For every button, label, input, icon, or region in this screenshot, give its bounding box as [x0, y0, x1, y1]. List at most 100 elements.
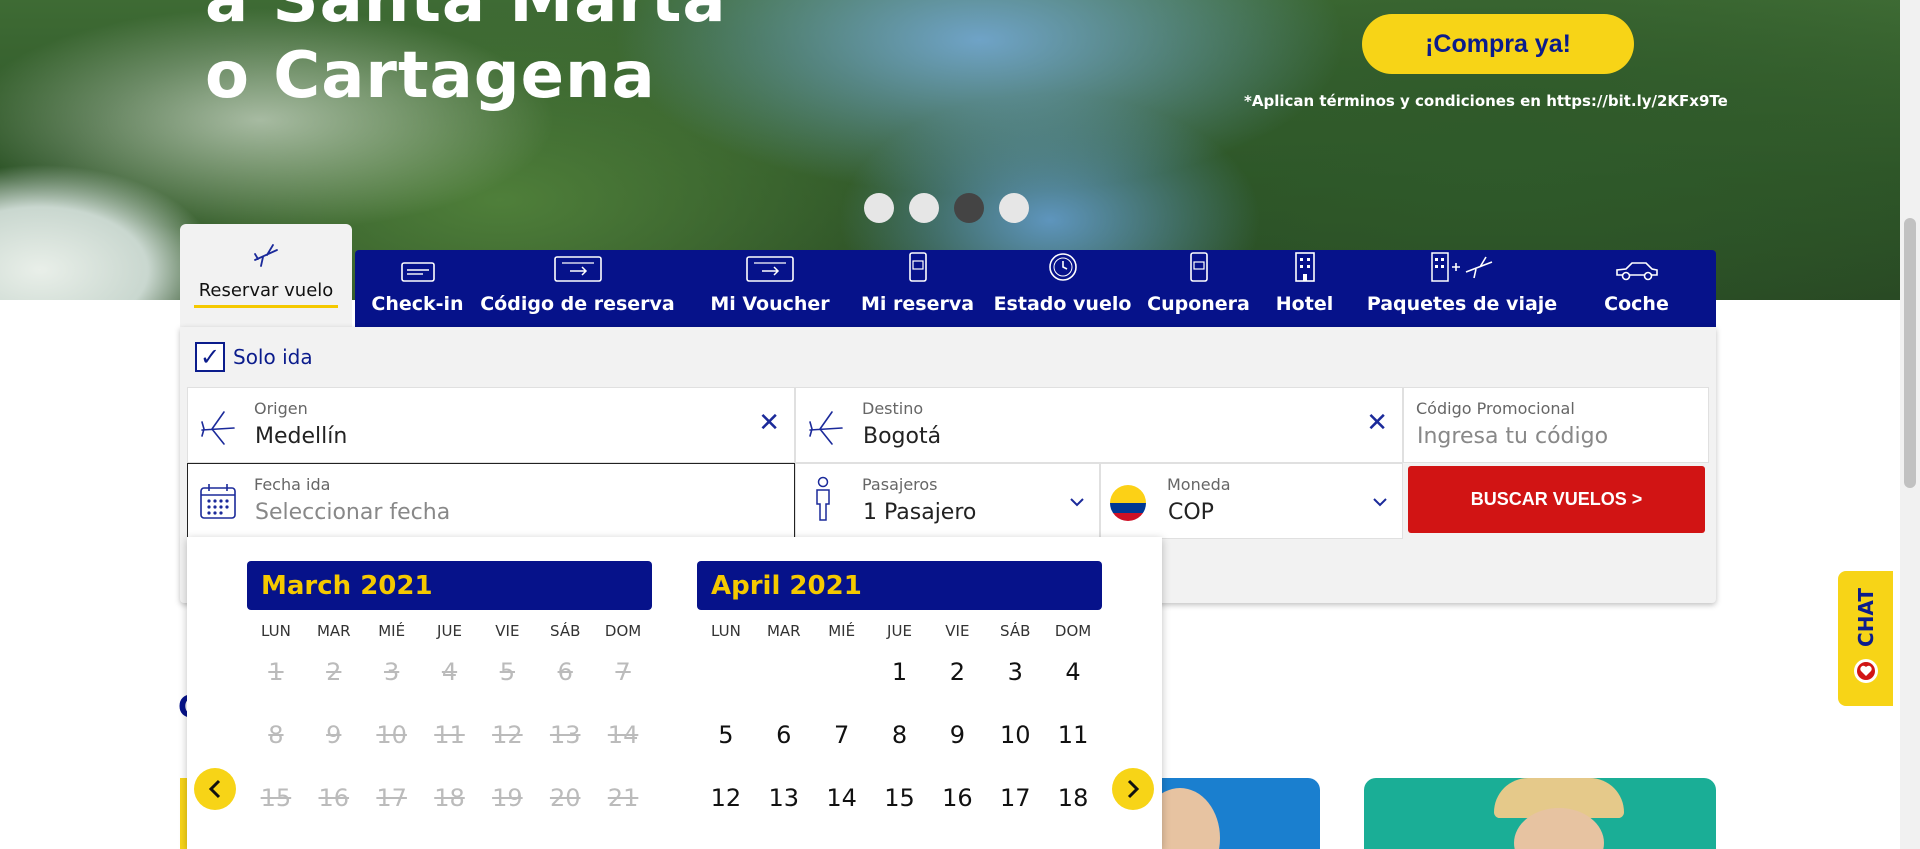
calendar-day[interactable]: 7: [813, 721, 871, 749]
tab-label: Cuponera: [1147, 293, 1250, 315]
calendar-day[interactable]: 4: [1044, 658, 1102, 686]
currency-value[interactable]: COP: [1168, 500, 1214, 525]
calendar-day-disabled: 16: [318, 784, 350, 812]
calendar-day[interactable]: 2: [928, 658, 986, 686]
passengers-value[interactable]: 1 Pasajero: [863, 500, 976, 525]
carousel-dots: [864, 193, 1029, 223]
calendar-month-march: March 2021 LUN MAR MIÉ JUE VIE SÁB DOM 1…: [247, 561, 652, 812]
chevron-down-icon[interactable]: [1069, 492, 1085, 511]
one-way-checkbox[interactable]: ✓: [195, 342, 225, 372]
calendar-month-april: April 2021 LUN MAR MIÉ JUE VIE SÁB DOM 1…: [697, 561, 1102, 812]
chat-heart-icon: [1852, 657, 1880, 689]
origin-field[interactable]: Origen Medellín ✕: [187, 387, 795, 463]
plane-icon: [251, 242, 281, 274]
calendar-day-disabled: 11: [434, 721, 465, 749]
calendar-day[interactable]: 10: [986, 721, 1044, 749]
calendar-day-disabled: 8: [268, 721, 284, 749]
calendar-day[interactable]: 11: [1044, 721, 1102, 749]
promo-input[interactable]: Ingresa tu código: [1417, 424, 1608, 449]
buy-now-button[interactable]: ¡Compra ya!: [1362, 14, 1634, 74]
calendar-day-disabled: 18: [434, 784, 465, 812]
tab-label: Reservar vuelo: [198, 280, 334, 301]
promo-card[interactable]: [1364, 778, 1716, 849]
page-scrollbar[interactable]: [1900, 0, 1920, 849]
hero-title-line2: o Cartagena: [205, 39, 656, 113]
departure-date-field[interactable]: Fecha ida Seleccionar fecha: [187, 463, 795, 539]
calendar-day[interactable]: 12: [697, 784, 755, 812]
weekday: VIE: [945, 622, 970, 640]
promo-code-field[interactable]: Código Promocional Ingresa tu código: [1403, 387, 1709, 463]
clear-destination-icon[interactable]: ✕: [1366, 410, 1388, 436]
clear-origin-icon[interactable]: ✕: [758, 410, 780, 436]
tab-label: Check-in: [371, 293, 464, 315]
origin-label: Origen: [254, 399, 308, 418]
weekday-row: LUN MAR MIÉ JUE VIE SÁB DOM: [697, 622, 1102, 640]
calendar-day[interactable]: 14: [813, 784, 871, 812]
tab-label: Paquetes de viaje: [1366, 293, 1558, 315]
calendar-day[interactable]: 15: [871, 784, 929, 812]
tab-my-booking[interactable]: Mi reserva: [861, 250, 974, 327]
one-way-label: Solo ida: [233, 345, 313, 369]
tab-label: Coche: [1604, 293, 1669, 315]
calendar-day[interactable]: 16: [928, 784, 986, 812]
one-way-option[interactable]: ✓ Solo ida: [195, 342, 313, 372]
calendar-day-disabled: 3: [383, 658, 400, 686]
carousel-dot-active[interactable]: [954, 193, 984, 223]
clock-icon: [1048, 252, 1078, 287]
carousel-dot[interactable]: [999, 193, 1029, 223]
calendar-day[interactable]: 8: [871, 721, 929, 749]
calendar-day[interactable]: 17: [986, 784, 1044, 812]
calendar-day[interactable]: 13: [755, 784, 813, 812]
weekday: JUE: [437, 622, 462, 640]
calendar-day[interactable]: 18: [1044, 784, 1102, 812]
destination-value[interactable]: Bogotá: [863, 424, 941, 449]
boarding-pass-icon: [553, 256, 602, 287]
calendar-day[interactable]: 5: [697, 721, 755, 749]
date-picker: March 2021 LUN MAR MIÉ JUE VIE SÁB DOM 1…: [187, 537, 1162, 849]
date-input[interactable]: Seleccionar fecha: [255, 500, 450, 525]
coupon-phone-icon: [1189, 252, 1209, 287]
colombia-flag-icon: [1109, 484, 1147, 526]
calendar-day-disabled: 14: [607, 721, 639, 749]
weekday: VIE: [495, 622, 520, 640]
currency-label: Moneda: [1167, 475, 1231, 494]
tab-hotel[interactable]: Hotel: [1242, 250, 1367, 327]
carousel-dot[interactable]: [909, 193, 939, 223]
tab-check-in[interactable]: Check-in: [355, 250, 480, 327]
passengers-field[interactable]: Pasajeros 1 Pasajero: [795, 463, 1100, 539]
empty-day-cell: [755, 658, 813, 684]
month-title: April 2021: [697, 561, 1102, 610]
search-flights-button[interactable]: BUSCAR VUELOS >: [1408, 466, 1705, 533]
calendar-day-disabled: 12: [492, 721, 523, 749]
weekday: MIÉ: [828, 622, 856, 640]
tab-car[interactable]: Coche: [1557, 250, 1716, 327]
tab-voucher[interactable]: Mi Voucher: [675, 250, 865, 327]
tab-booking-code[interactable]: Código de reserva: [480, 250, 675, 327]
prev-month-button[interactable]: [194, 768, 236, 810]
tab-book-flight[interactable]: Reservar vuelo: [180, 224, 352, 327]
chat-button[interactable]: CHAT: [1838, 571, 1893, 706]
tab-travel-packages[interactable]: Paquetes de viaje: [1367, 250, 1557, 327]
origin-value[interactable]: Medellín: [255, 424, 347, 449]
destination-label: Destino: [862, 399, 924, 418]
calendar-day[interactable]: 3: [986, 658, 1044, 686]
weekday: JUE: [887, 622, 912, 640]
calendar-day-disabled: 15: [260, 784, 292, 812]
chat-label: CHAT: [1853, 588, 1878, 647]
next-month-button[interactable]: [1112, 768, 1154, 810]
day-grid: 1 2 3 4 5 6 7 8 9 10 11 12 13 14 15 16 17 18: [697, 658, 1102, 812]
scrollbar-thumb[interactable]: [1904, 218, 1916, 488]
calendar-day[interactable]: 9: [928, 721, 986, 749]
hotel-icon: [1294, 252, 1316, 287]
tab-coupons[interactable]: Cuponera: [1147, 250, 1250, 327]
tab-label: Hotel: [1275, 293, 1334, 315]
calendar-day[interactable]: 6: [755, 721, 813, 749]
carousel-dot[interactable]: [864, 193, 894, 223]
currency-field[interactable]: Moneda COP: [1100, 463, 1403, 539]
tab-strip: Check-in Código de reserva Mi Voucher Mi…: [355, 250, 1716, 327]
destination-field[interactable]: Destino Bogotá ✕: [795, 387, 1403, 463]
calendar-day[interactable]: 1: [871, 658, 929, 686]
ticket-icon: [400, 262, 435, 287]
chevron-down-icon[interactable]: [1372, 492, 1388, 511]
tab-flight-status[interactable]: Estado vuelo: [970, 250, 1155, 327]
